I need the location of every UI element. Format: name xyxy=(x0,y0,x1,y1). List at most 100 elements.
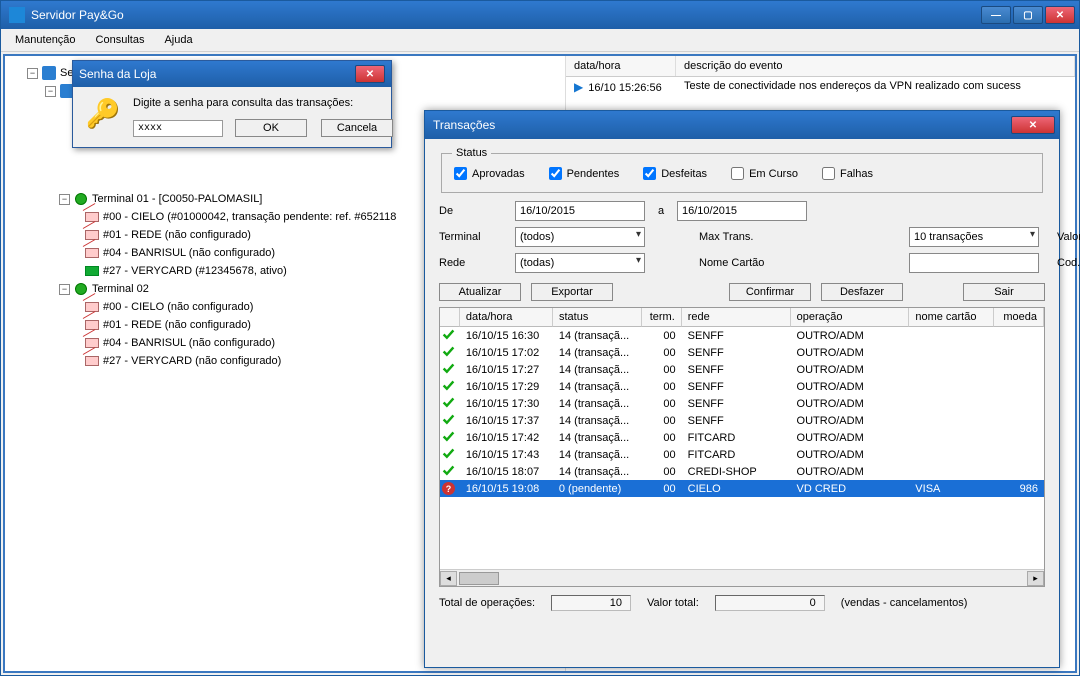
select-rede[interactable]: (todas) xyxy=(515,253,645,273)
status-fieldset: Status Aprovadas Pendentes Desfeitas Em … xyxy=(441,147,1043,193)
check-icon xyxy=(442,328,455,341)
menu-ajuda[interactable]: Ajuda xyxy=(154,32,202,48)
check-icon xyxy=(442,464,455,477)
check-icon xyxy=(442,345,455,358)
grid-row[interactable]: 16/10/15 17:27 14 (transaçã... 00 SENFF … xyxy=(440,361,1044,378)
lbl-de: De xyxy=(439,205,509,217)
menubar: Manutenção Consultas Ajuda xyxy=(1,29,1079,52)
col-nomecartao[interactable]: nome cartão xyxy=(909,308,994,327)
check-icon xyxy=(442,413,455,426)
chk-falhas[interactable]: Falhas xyxy=(822,167,873,180)
expander-icon[interactable]: − xyxy=(27,68,38,79)
event-col-datetime: data/hora xyxy=(566,56,676,76)
event-col-desc: descrição do evento xyxy=(676,56,1075,76)
grid-row[interactable]: 16/10/15 17:02 14 (transaçã... 00 SENFF … xyxy=(440,344,1044,361)
grid-scrollbar[interactable]: ◂ ▸ xyxy=(440,569,1044,586)
expander-icon[interactable]: − xyxy=(45,86,56,97)
grid-row[interactable]: 16/10/15 17:29 14 (transaçã... 00 SENFF … xyxy=(440,378,1044,395)
col-datahora[interactable]: data/hora xyxy=(460,308,553,327)
check-icon xyxy=(442,362,455,375)
transactions-close-button[interactable]: ✕ xyxy=(1011,116,1055,134)
grid-header[interactable]: data/hora status term. rede operação nom… xyxy=(440,308,1044,327)
btn-desfazer[interactable]: Desfazer xyxy=(821,283,903,301)
select-terminal[interactable]: (todos) xyxy=(515,227,645,247)
pending-icon: ? xyxy=(442,482,455,495)
select-maxtrans[interactable]: 10 transações xyxy=(909,227,1039,247)
dialog-message: Digite a senha para consulta das transaç… xyxy=(133,97,393,109)
main-title: Servidor Pay&Go xyxy=(31,8,979,22)
scroll-thumb[interactable] xyxy=(459,572,499,585)
close-button[interactable]: ✕ xyxy=(1045,6,1075,24)
lbl-maxtrans: Max Trans. xyxy=(677,231,903,243)
check-icon xyxy=(442,396,455,409)
password-dialog: Senha da Loja ✕ 🔑 Digite a senha para co… xyxy=(72,60,392,148)
transactions-title: Transações xyxy=(433,118,1009,132)
dialog-close-button[interactable]: ✕ xyxy=(355,65,385,83)
event-header: data/hora descrição do evento xyxy=(566,56,1075,77)
lbl-rede: Rede xyxy=(439,257,509,269)
expander-icon[interactable]: − xyxy=(59,194,70,205)
check-icon xyxy=(442,430,455,443)
status-dot-icon xyxy=(74,282,88,296)
lbl-a: a xyxy=(651,205,671,217)
key-icon: 🔑 xyxy=(87,97,119,130)
chk-emcurso[interactable]: Em Curso xyxy=(731,167,798,180)
server-icon xyxy=(42,66,56,80)
col-moeda[interactable]: moeda xyxy=(994,308,1044,327)
col-operacao[interactable]: operação xyxy=(791,308,910,327)
grid-row[interactable]: ? 16/10/15 19:08 0 (pendente) 00 CIELO V… xyxy=(440,480,1044,497)
grid-row[interactable]: 16/10/15 17:42 14 (transaçã... 00 FITCAR… xyxy=(440,429,1044,446)
val-valor-total: 0 xyxy=(715,595,825,611)
password-input[interactable] xyxy=(133,120,223,137)
maximize-button[interactable]: ▢ xyxy=(1013,6,1043,24)
expander-icon[interactable]: − xyxy=(59,284,70,295)
transactions-titlebar[interactable]: Transações ✕ xyxy=(425,111,1059,139)
scroll-left-icon[interactable]: ◂ xyxy=(440,571,457,586)
chk-pendentes[interactable]: Pendentes xyxy=(549,167,620,180)
check-icon xyxy=(442,379,455,392)
col-rede[interactable]: rede xyxy=(682,308,791,327)
grid-row[interactable]: 16/10/15 17:43 14 (transaçã... 00 FITCAR… xyxy=(440,446,1044,463)
chk-aprovadas[interactable]: Aprovadas xyxy=(454,167,525,180)
app-icon xyxy=(9,7,25,23)
input-date-to[interactable] xyxy=(677,201,807,221)
event-row[interactable]: ▶ 16/10 15:26:56 Teste de conectividade … xyxy=(566,77,1075,97)
cancel-button[interactable]: Cancela xyxy=(321,119,393,137)
card-icon xyxy=(85,354,99,368)
status-legend: Status xyxy=(452,147,491,159)
grid-row[interactable]: 16/10/15 17:30 14 (transaçã... 00 SENFF … xyxy=(440,395,1044,412)
chk-desfeitas[interactable]: Desfeitas xyxy=(643,167,707,180)
val-total-ops: 10 xyxy=(551,595,631,611)
col-term[interactable]: term. xyxy=(642,308,682,327)
grid-row[interactable]: 16/10/15 16:30 14 (transaçã... 00 SENFF … xyxy=(440,327,1044,344)
lbl-valor: Valor xyxy=(1045,231,1080,243)
btn-sair[interactable]: Sair xyxy=(963,283,1045,301)
status-dot-icon xyxy=(74,192,88,206)
input-nomecartao[interactable] xyxy=(909,253,1039,273)
lbl-terminal: Terminal xyxy=(439,231,509,243)
minimize-button[interactable]: — xyxy=(981,6,1011,24)
check-icon xyxy=(442,447,455,460)
input-date-from[interactable] xyxy=(515,201,645,221)
menu-manutencao[interactable]: Manutenção xyxy=(5,32,86,48)
lbl-valor-suffix: (vendas - cancelamentos) xyxy=(841,597,968,609)
play-icon: ▶ xyxy=(574,80,583,94)
menu-consultas[interactable]: Consultas xyxy=(86,32,155,48)
dialog-titlebar[interactable]: Senha da Loja ✕ xyxy=(73,61,391,87)
main-titlebar[interactable]: Servidor Pay&Go — ▢ ✕ xyxy=(1,1,1079,29)
card-icon xyxy=(85,246,99,260)
btn-exportar[interactable]: Exportar xyxy=(531,283,613,301)
btn-confirmar[interactable]: Confirmar xyxy=(729,283,811,301)
btn-atualizar[interactable]: Atualizar xyxy=(439,283,521,301)
grid-row[interactable]: 16/10/15 17:37 14 (transaçã... 00 SENFF … xyxy=(440,412,1044,429)
card-icon xyxy=(85,264,99,278)
lbl-codautoriz: Cod. Autoriz xyxy=(1045,257,1080,269)
col-status[interactable]: status xyxy=(553,308,642,327)
lbl-nomecartao: Nome Cartão xyxy=(677,257,903,269)
dialog-title: Senha da Loja xyxy=(79,67,353,81)
grid-row[interactable]: 16/10/15 18:07 14 (transaçã... 00 CREDI-… xyxy=(440,463,1044,480)
lbl-valor-total: Valor total: xyxy=(647,597,699,609)
transactions-window: Transações ✕ Status Aprovadas Pendentes … xyxy=(424,110,1060,668)
scroll-right-icon[interactable]: ▸ xyxy=(1027,571,1044,586)
ok-button[interactable]: OK xyxy=(235,119,307,137)
